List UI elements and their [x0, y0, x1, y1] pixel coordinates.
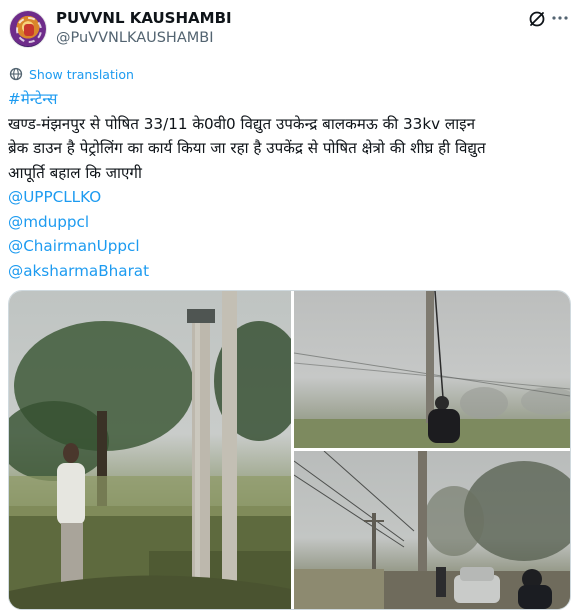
tweet-body: #मेन्टेन्स खण्ड-मंझनपुर से पोषित 33/11 क…: [8, 87, 570, 283]
grok-slash-circle-icon[interactable]: [528, 10, 546, 28]
hashtag-link[interactable]: #मेन्टेन्स: [8, 87, 570, 112]
globe-translate-icon: [9, 67, 23, 81]
author-names: PUVVNL KAUSHAMBI @PuVVNLKAUSHAMBI: [56, 8, 232, 48]
avatar-emblem-core: [24, 24, 34, 36]
media-photo-pole-inspection[interactable]: [9, 291, 291, 609]
tweet-text-line: खण्ड-मंझनपुर से पोषित 33/11 के0वी0 विद्य…: [8, 114, 476, 133]
tweet-text-line: आपूर्ति बहाल कि जाएगी: [8, 163, 142, 182]
author-avatar[interactable]: [9, 10, 47, 48]
show-translation-link[interactable]: Show translation: [9, 65, 134, 83]
mention-link-uppcllko[interactable]: @UPPCLLKO: [8, 185, 570, 210]
mention-link-aksharmabharat[interactable]: @aksharmaBharat: [8, 259, 570, 284]
more-dots-icon[interactable]: [550, 8, 570, 28]
media-photo-foggy-road[interactable]: [294, 451, 570, 609]
author-handle[interactable]: @PuVVNLKAUSHAMBI: [56, 28, 232, 48]
mention-link-chairmanuppcl[interactable]: @ChairmanUppcl: [8, 234, 570, 259]
media-photo-foggy-field[interactable]: [294, 291, 570, 448]
tweet-text-line: ब्रेक डाउन है पेट्रोलिंग का कार्य किया ज…: [8, 139, 486, 157]
tweet-header: PUVVNL KAUSHAMBI @PuVVNLKAUSHAMBI: [8, 6, 570, 52]
media-grid: [8, 290, 571, 610]
show-translation-label[interactable]: Show translation: [29, 67, 134, 82]
mention-link-mduppcl[interactable]: @mduppcl: [8, 210, 570, 235]
tweet-card: PUVVNL KAUSHAMBI @PuVVNLKAUSHAMBI Show t…: [0, 0, 578, 615]
author-display-name[interactable]: PUVVNL KAUSHAMBI: [56, 8, 232, 28]
